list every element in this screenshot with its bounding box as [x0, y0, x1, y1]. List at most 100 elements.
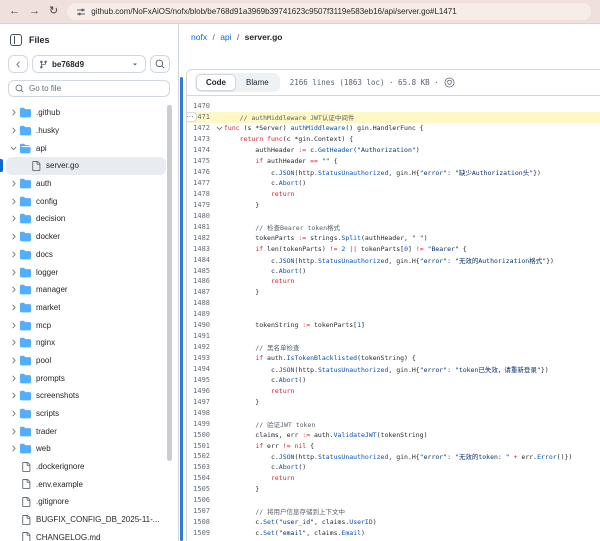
chevron-down-icon[interactable]	[8, 144, 19, 153]
line-number[interactable]: 1506	[187, 496, 214, 504]
chevron-right-icon[interactable]	[8, 391, 19, 400]
line-number[interactable]: 1501	[187, 442, 214, 450]
tree-item-web[interactable]: web	[6, 440, 166, 458]
tree-item-pool[interactable]: pool	[6, 352, 166, 370]
line-number[interactable]: 1504	[187, 474, 214, 482]
chevron-right-icon[interactable]	[8, 285, 19, 294]
tree-item-nginx[interactable]: nginx	[6, 334, 166, 352]
line-number[interactable]: 1508	[187, 518, 214, 526]
tree-item-scripts[interactable]: scripts	[6, 405, 166, 423]
line-number[interactable]: 1481	[187, 223, 214, 231]
sidebar-panel-icon[interactable]	[10, 34, 22, 46]
branch-selector[interactable]: be768d9	[32, 55, 146, 73]
line-number[interactable]: 1491	[187, 332, 214, 340]
tab-blame[interactable]: Blame	[236, 74, 279, 91]
tree-item-api[interactable]: api	[6, 139, 166, 157]
search-tree-button[interactable]	[150, 55, 170, 73]
go-to-file-input[interactable]: Go to file	[8, 80, 170, 97]
tree-item-manager[interactable]: manager	[6, 281, 166, 299]
pane-resize-handle[interactable]	[180, 77, 183, 541]
tree-item-.github[interactable]: .github	[6, 104, 166, 122]
breadcrumb-dir-link[interactable]: api	[220, 32, 231, 42]
line-number[interactable]: 1486	[187, 277, 214, 285]
line-number[interactable]: 1496	[187, 387, 214, 395]
back-icon[interactable]: ←	[9, 6, 20, 17]
line-number[interactable]: 1490	[187, 321, 214, 329]
tree-item-bugfix-config-db-2025-11-...[interactable]: BUGFIX_CONFIG_DB_2025-11-...	[6, 511, 166, 529]
line-number[interactable]: 1488	[187, 299, 214, 307]
line-number[interactable]: 1503	[187, 463, 214, 471]
tree-item-.husky[interactable]: .husky	[6, 122, 166, 140]
chevron-right-icon[interactable]	[8, 374, 19, 383]
tree-item-config[interactable]: config	[6, 192, 166, 210]
line-number[interactable]: 1500	[187, 431, 214, 439]
tree-item-market[interactable]: market	[6, 299, 166, 317]
line-number[interactable]: 1495	[187, 376, 214, 384]
chevron-right-icon[interactable]	[8, 268, 19, 277]
line-number[interactable]: 1478	[187, 190, 214, 198]
line-number[interactable]: 1505	[187, 485, 214, 493]
chevron-right-icon[interactable]	[8, 126, 19, 135]
line-number[interactable]: 1482	[187, 234, 214, 242]
chevron-right-icon[interactable]	[8, 232, 19, 241]
chevron-right-icon[interactable]	[8, 356, 19, 365]
back-to-repo-button[interactable]	[8, 55, 28, 73]
line-number[interactable]: 1479	[187, 201, 214, 209]
site-settings-icon[interactable]	[76, 7, 86, 17]
chevron-right-icon[interactable]	[8, 303, 19, 312]
chevron-right-icon[interactable]	[8, 197, 19, 206]
tree-item-screenshots[interactable]: screenshots	[6, 387, 166, 405]
tree-item-changelog.md[interactable]: CHANGELOG.md	[6, 529, 166, 541]
chevron-right-icon[interactable]	[8, 214, 19, 223]
url-bar[interactable]: github.com/NoFxAiOS/nofx/blob/be768d91a3…	[67, 3, 591, 20]
tree-item-.gitignore[interactable]: .gitignore	[6, 493, 166, 511]
reload-icon[interactable]: ↻	[49, 6, 58, 17]
chevron-right-icon[interactable]	[8, 321, 19, 330]
line-number[interactable]: 1507	[187, 507, 214, 515]
line-number[interactable]: 1502	[187, 452, 214, 460]
tree-item-decision[interactable]: decision	[6, 210, 166, 228]
chevron-right-icon[interactable]	[8, 409, 19, 418]
tree-item-.dockerignore[interactable]: .dockerignore	[6, 458, 166, 476]
chevron-right-icon[interactable]	[8, 338, 19, 347]
tree-item-.env.example[interactable]: .env.example	[6, 475, 166, 493]
fold-chevron-icon[interactable]	[214, 124, 224, 133]
chevron-right-icon[interactable]	[8, 179, 19, 188]
line-number[interactable]: 1487	[187, 288, 214, 296]
line-number[interactable]: 1473	[187, 135, 214, 143]
line-number[interactable]: 1477	[187, 179, 214, 187]
tree-item-mcp[interactable]: mcp	[6, 316, 166, 334]
line-number[interactable]: 1474	[187, 146, 214, 154]
chevron-right-icon[interactable]	[8, 108, 19, 117]
chevron-right-icon[interactable]	[8, 444, 19, 453]
line-number[interactable]: 1475	[187, 157, 214, 165]
breadcrumb-repo-link[interactable]: nofx	[191, 32, 207, 42]
tab-code[interactable]: Code	[196, 74, 236, 91]
line-number[interactable]: 1476	[187, 168, 214, 176]
line-number[interactable]: 1483	[187, 245, 214, 253]
line-number[interactable]: 1484	[187, 256, 214, 264]
line-number[interactable]: 1470	[187, 102, 214, 110]
forward-icon[interactable]: →	[29, 6, 40, 17]
line-number[interactable]: 1499	[187, 420, 214, 428]
line-number[interactable]: 1498	[187, 409, 214, 417]
chevron-right-icon[interactable]	[8, 427, 19, 436]
line-number[interactable]: 1497	[187, 398, 214, 406]
sidebar-scrollbar[interactable]	[167, 105, 172, 461]
line-number[interactable]: 1509	[187, 529, 214, 537]
line-number[interactable]: 1493	[187, 354, 214, 362]
tree-item-prompts[interactable]: prompts	[6, 369, 166, 387]
line-number[interactable]: 1472	[187, 124, 214, 132]
tree-item-auth[interactable]: auth	[6, 175, 166, 193]
tree-item-server.go[interactable]: server.go	[6, 157, 166, 175]
line-number[interactable]: 1480	[187, 212, 214, 220]
line-number[interactable]: 1494	[187, 365, 214, 373]
tree-item-docker[interactable]: docker	[6, 228, 166, 246]
chevron-right-icon[interactable]	[8, 250, 19, 259]
line-number[interactable]: 1492	[187, 343, 214, 351]
line-menu-button[interactable]: ⋯	[186, 112, 197, 122]
tree-item-trader[interactable]: trader	[6, 422, 166, 440]
tree-item-docs[interactable]: docs	[6, 246, 166, 264]
line-number[interactable]: 1489	[187, 310, 214, 318]
tree-item-logger[interactable]: logger	[6, 263, 166, 281]
